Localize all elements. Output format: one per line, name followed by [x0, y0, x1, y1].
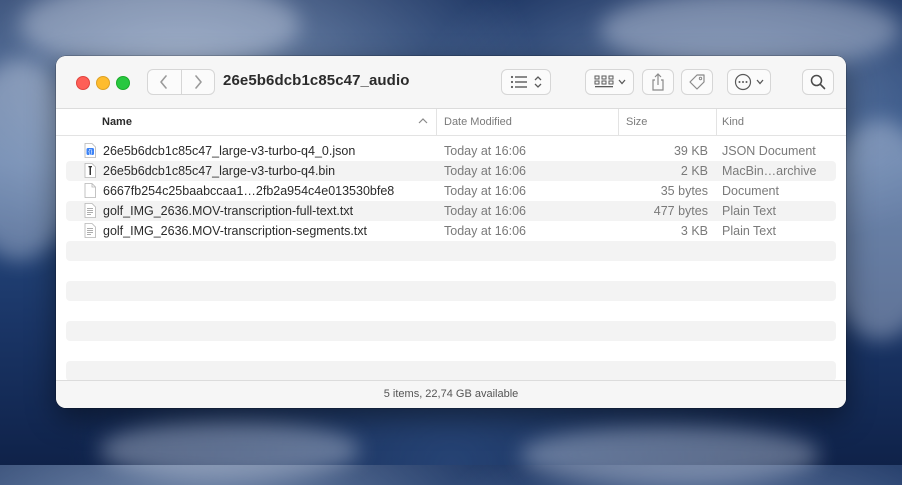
binary-file-icon — [84, 163, 96, 178]
column-header-date[interactable]: Date Modified — [436, 109, 618, 135]
toolbar: 26e5b6dcb1c85c47_audio — [56, 56, 846, 109]
search-icon — [810, 74, 826, 90]
file-name: 26e5b6dcb1c85c47_large-v3-turbo-q4_0.jso… — [103, 144, 356, 158]
chevron-updown-icon — [534, 76, 542, 88]
file-size: 477 bytes — [653, 204, 708, 218]
ellipsis-circle-icon — [734, 73, 752, 91]
back-button[interactable] — [148, 70, 181, 94]
file-list: {} 26e5b6dcb1c85c47_large-v3-turbo-q4_0.… — [66, 141, 836, 381]
file-name: golf_IMG_2636.MOV-transcription-segments… — [103, 224, 368, 238]
share-icon — [652, 73, 664, 91]
document-icon — [84, 183, 96, 198]
file-kind: Plain Text — [722, 204, 776, 218]
file-kind: Plain Text — [722, 224, 776, 238]
close-button[interactable] — [76, 76, 90, 90]
file-kind: Document — [722, 184, 779, 198]
empty-row — [66, 301, 836, 321]
forward-button[interactable] — [181, 70, 214, 94]
finder-window: 26e5b6dcb1c85c47_audio Name Date Modifie… — [56, 56, 846, 408]
minimize-button[interactable] — [96, 76, 110, 90]
file-date: Today at 16:06 — [444, 224, 527, 238]
zoom-button[interactable] — [116, 76, 130, 90]
text-file-icon — [84, 203, 96, 218]
chevron-left-icon — [160, 75, 168, 89]
svg-text:{}: {} — [88, 150, 92, 156]
file-size: 39 KB — [673, 144, 708, 158]
file-name: golf_IMG_2636.MOV-transcription-full-tex… — [103, 204, 354, 218]
file-date: Today at 16:06 — [444, 204, 527, 218]
group-by-button[interactable] — [585, 69, 634, 95]
chevron-right-icon — [194, 75, 202, 89]
grid-view-icon — [594, 75, 613, 88]
column-header-size[interactable]: Size — [618, 109, 716, 135]
chevron-down-icon — [756, 79, 764, 85]
file-kind: MacBin…archive — [722, 164, 817, 178]
empty-row — [66, 261, 836, 281]
column-header-bar: Name Date Modified Size Kind — [56, 109, 846, 136]
file-size: 3 KB — [680, 224, 708, 238]
file-kind: JSON Document — [722, 144, 816, 158]
chevron-down-icon — [618, 79, 625, 85]
json-file-icon: {} — [84, 143, 96, 158]
file-row[interactable]: {} 26e5b6dcb1c85c47_large-v3-turbo-q4_0.… — [66, 141, 836, 161]
wallpaper-cloud — [100, 420, 360, 480]
column-header-name[interactable]: Name — [102, 109, 436, 135]
wallpaper-cloud — [520, 425, 820, 485]
share-button[interactable] — [642, 69, 674, 95]
file-date: Today at 16:06 — [444, 164, 527, 178]
more-actions-button[interactable] — [727, 69, 771, 95]
file-row[interactable]: golf_IMG_2636.MOV-transcription-segments… — [66, 221, 836, 241]
file-date: Today at 16:06 — [444, 184, 527, 198]
column-header-kind[interactable]: Kind — [716, 109, 846, 135]
file-row[interactable]: golf_IMG_2636.MOV-transcription-full-tex… — [66, 201, 836, 221]
text-file-icon — [84, 223, 96, 238]
file-size: 35 bytes — [660, 184, 708, 198]
file-name: 26e5b6dcb1c85c47_large-v3-turbo-q4.bin — [103, 164, 336, 178]
tag-button[interactable] — [681, 69, 713, 95]
view-mode-button[interactable] — [501, 69, 551, 95]
empty-row — [66, 281, 836, 301]
search-button[interactable] — [802, 69, 834, 95]
empty-row — [66, 321, 836, 341]
file-name: 6667fb254c25baabccaa1…2fb2a954c4e013530b… — [103, 184, 395, 198]
file-row[interactable]: 26e5b6dcb1c85c47_large-v3-turbo-q4.bin T… — [66, 161, 836, 181]
navigation-group — [147, 69, 215, 95]
window-title: 26e5b6dcb1c85c47_audio — [223, 72, 410, 89]
file-date: Today at 16:06 — [444, 144, 527, 158]
status-bar: 5 items, 22,74 GB available — [56, 380, 846, 408]
sort-ascending-icon — [418, 118, 428, 124]
file-size: 2 KB — [680, 164, 708, 178]
tag-icon — [689, 74, 705, 90]
file-row[interactable]: 6667fb254c25baabccaa1…2fb2a954c4e013530b… — [66, 181, 836, 201]
empty-row — [66, 341, 836, 361]
empty-row — [66, 241, 836, 261]
empty-row — [66, 361, 836, 381]
list-view-icon — [510, 75, 527, 89]
